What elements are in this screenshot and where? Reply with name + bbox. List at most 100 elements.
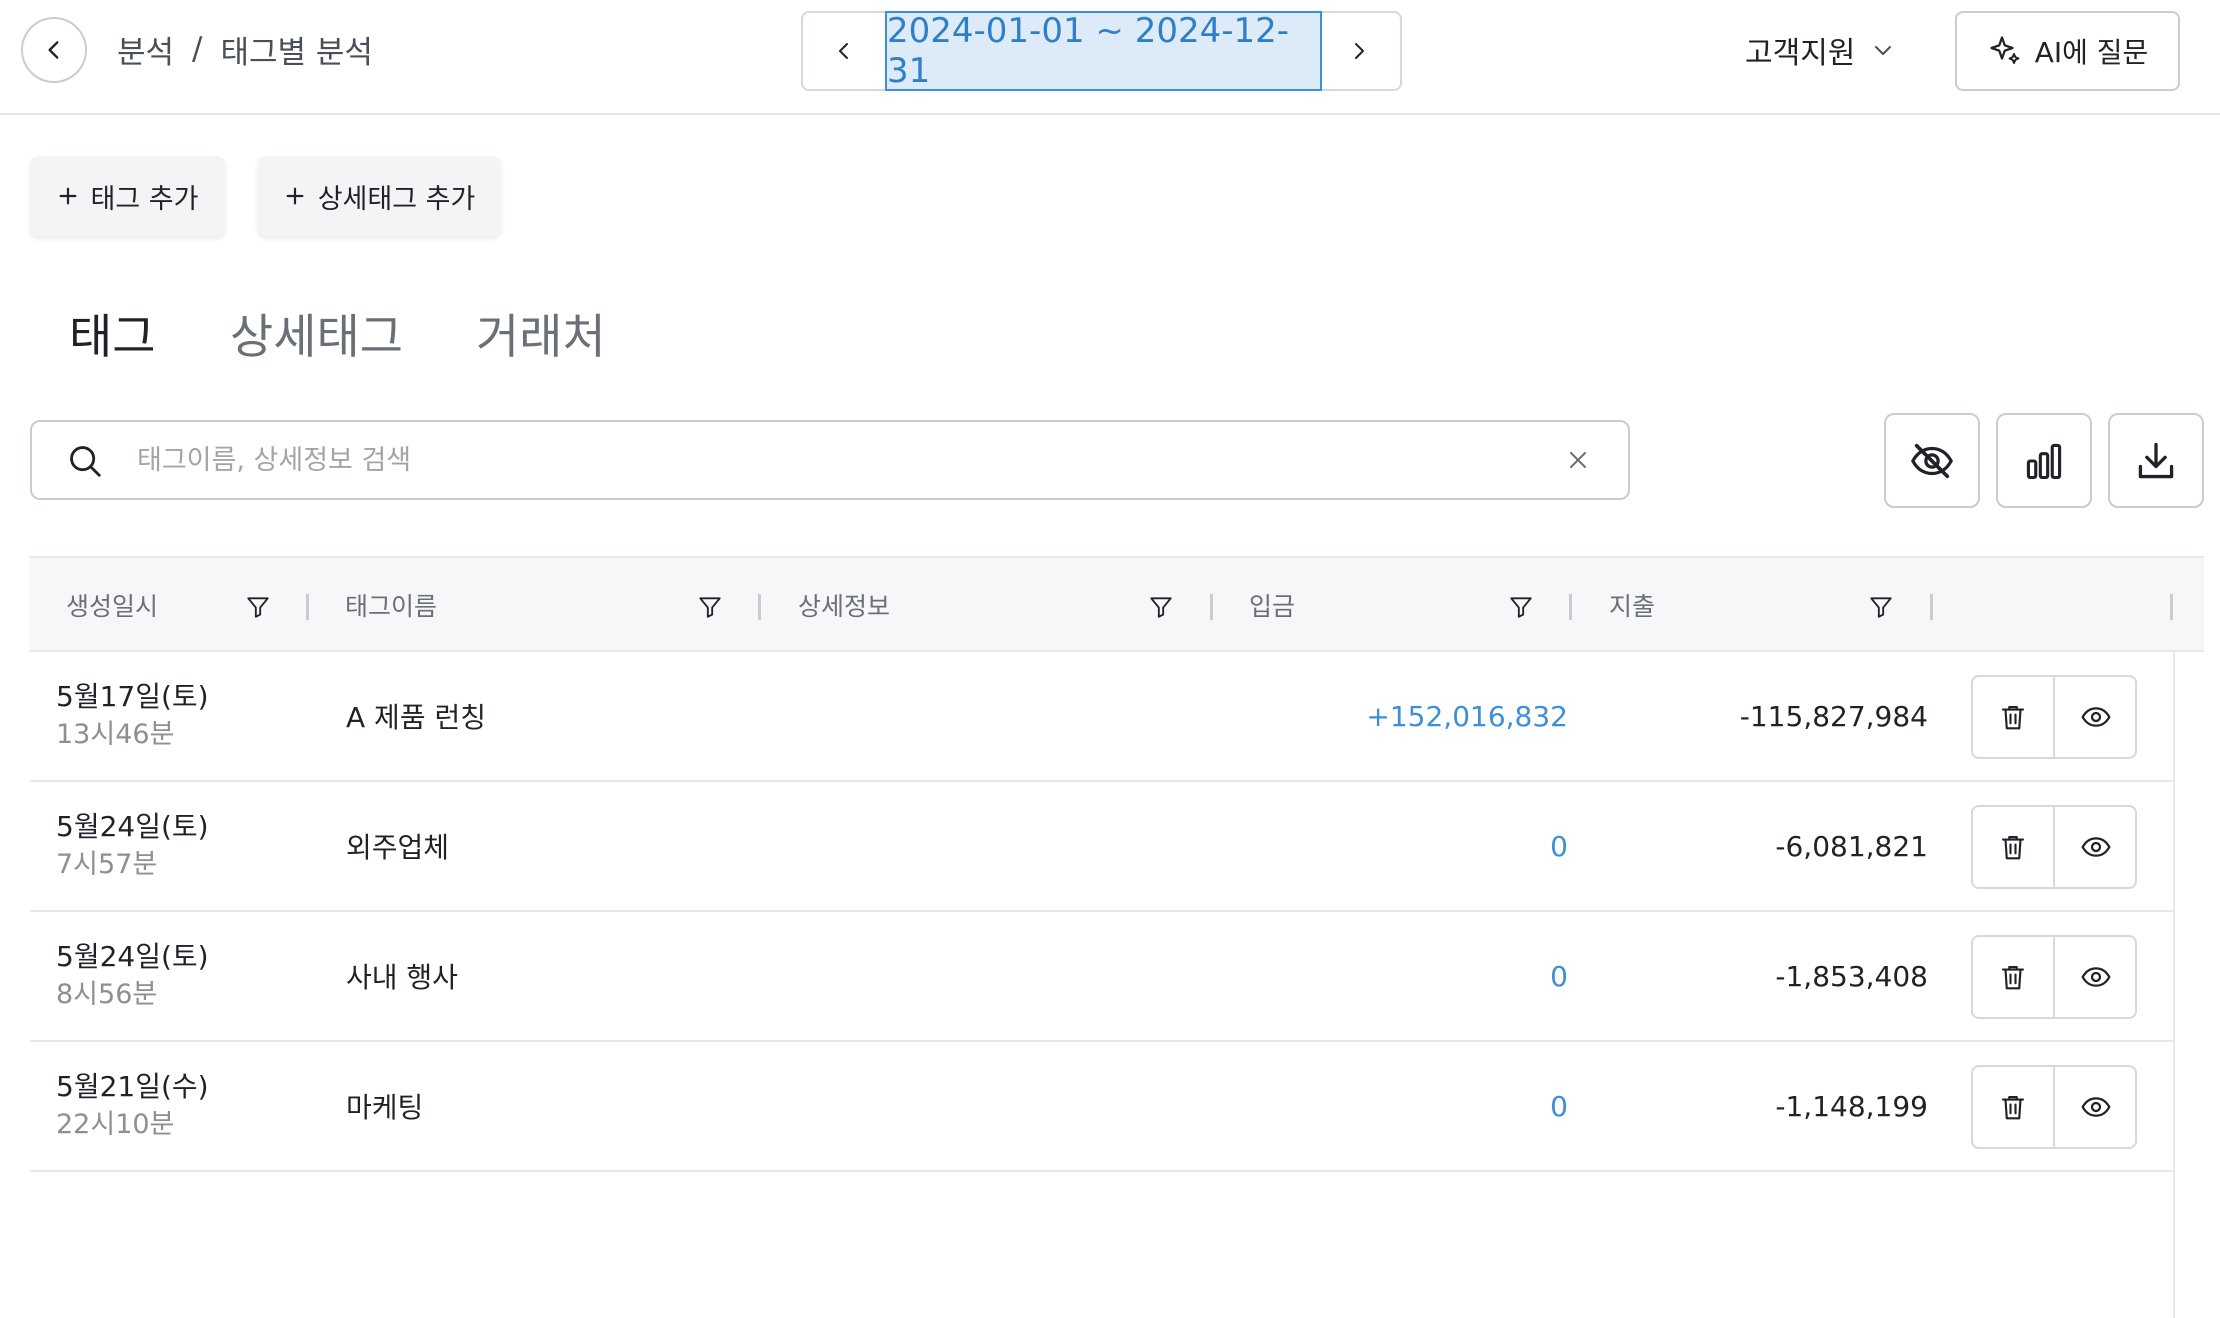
filter-icon[interactable]	[1868, 594, 1894, 620]
breadcrumb-item-analysis[interactable]: 분석	[117, 27, 174, 72]
trash-icon	[1998, 702, 2028, 732]
column-header-detail: 상세정보	[798, 592, 891, 621]
search-icon	[66, 442, 104, 480]
income-amount: 0	[1550, 959, 1568, 993]
column-divider[interactable]	[306, 594, 309, 620]
column-header-tag-name: 태그이름	[345, 592, 438, 621]
column-divider[interactable]	[1210, 594, 1213, 620]
next-period-button[interactable]	[1318, 13, 1400, 89]
trash-icon	[1998, 832, 2028, 862]
created-time: 7시57분	[56, 849, 158, 880]
expense-amount: -1,853,408	[1775, 959, 1928, 993]
date-range-picker[interactable]: 2024-01-01 ~ 2024-12-31	[885, 11, 1322, 91]
filter-icon[interactable]	[697, 594, 723, 620]
search-box	[30, 420, 1630, 500]
column-divider[interactable]	[2170, 594, 2173, 620]
created-date: 5월17일(토)	[56, 680, 209, 713]
created-cell: 5월17일(토) 13시46분	[56, 678, 209, 754]
created-date: 5월21일(수)	[56, 1070, 209, 1103]
income-amount: 0	[1550, 1089, 1568, 1123]
created-cell: 5월24일(토) 8시56분	[56, 938, 209, 1014]
customer-support-dropdown[interactable]: 고객지원	[1745, 28, 1895, 72]
previous-period-button[interactable]	[803, 13, 885, 89]
toggle-visibility-button[interactable]	[2055, 807, 2137, 887]
created-time: 8시56분	[56, 979, 158, 1010]
created-cell: 5월24일(토) 7시57분	[56, 808, 209, 884]
table-header: 생성일시 태그이름 상세정보 입금 지출	[30, 556, 2204, 652]
plus-icon	[57, 185, 79, 207]
sparkle-icon	[1987, 33, 2023, 69]
trash-icon	[1998, 962, 2028, 992]
tag-name: 사내 행사	[346, 961, 458, 994]
filter-icon[interactable]	[1508, 594, 1534, 620]
column-header-created: 생성일시	[66, 592, 159, 621]
created-time: 22시10분	[56, 1109, 175, 1140]
add-detail-tag-button[interactable]: 상세태그 추가	[258, 156, 501, 236]
delete-button[interactable]	[1973, 807, 2055, 887]
column-divider[interactable]	[758, 594, 761, 620]
column-header-income: 입금	[1249, 592, 1296, 621]
tag-name: A 제품 런칭	[346, 701, 486, 734]
clear-search-icon[interactable]	[1566, 448, 1590, 472]
back-button[interactable]	[21, 17, 87, 83]
row-actions	[1971, 675, 2137, 759]
download-icon	[2134, 439, 2178, 483]
tab-tag[interactable]: 태그	[69, 298, 155, 367]
filter-icon[interactable]	[245, 594, 271, 620]
eye-icon	[2080, 831, 2112, 863]
chevron-down-icon	[1871, 38, 1895, 62]
column-divider[interactable]	[1930, 594, 1933, 620]
ask-ai-button[interactable]: AI에 질문	[1955, 11, 2180, 91]
table-row[interactable]: 5월24일(토) 8시56분 사내 행사 0 -1,853,408	[30, 912, 2174, 1042]
delete-button[interactable]	[1973, 937, 2055, 1017]
chart-view-button[interactable]	[1996, 413, 2092, 508]
breadcrumb-item-tag-analysis: 태그별 분석	[220, 34, 373, 71]
date-range-navigator: 2024-01-01 ~ 2024-12-31	[801, 11, 1402, 91]
tab-vendor[interactable]: 거래처	[476, 298, 606, 367]
tab-detail-tag[interactable]: 상세태그	[230, 298, 403, 367]
row-actions	[1971, 935, 2137, 1019]
plus-icon	[284, 185, 306, 207]
tag-name: 마케팅	[346, 1091, 424, 1124]
bar-chart-icon	[2022, 439, 2066, 483]
row-actions	[1971, 805, 2137, 889]
table-row[interactable]: 5월24일(토) 7시57분 외주업체 0 -6,081,821	[30, 782, 2174, 912]
created-cell: 5월21일(수) 22시10분	[56, 1068, 209, 1144]
search-input[interactable]	[135, 424, 1535, 496]
add-tag-label: 태그 추가	[90, 183, 199, 215]
expense-amount: -1,148,199	[1775, 1089, 1928, 1123]
customer-support-label: 고객지원	[1745, 36, 1856, 71]
add-tag-button[interactable]: 태그 추가	[30, 156, 225, 236]
delete-button[interactable]	[1973, 1067, 2055, 1147]
breadcrumb-separator: /	[192, 31, 203, 67]
created-date: 5월24일(토)	[56, 940, 209, 973]
trash-icon	[1998, 1092, 2028, 1122]
chevron-left-icon	[832, 39, 856, 63]
expense-amount: -115,827,984	[1739, 699, 1928, 733]
filter-icon[interactable]	[1148, 594, 1174, 620]
toggle-visibility-button[interactable]	[2055, 677, 2137, 757]
table-row[interactable]: 5월21일(수) 22시10분 마케팅 0 -1,148,199	[30, 1042, 2174, 1172]
income-amount: 0	[1550, 829, 1568, 863]
eye-icon	[2080, 1091, 2112, 1123]
add-detail-tag-label: 상세태그 추가	[317, 183, 476, 215]
top-header: 분석 / 태그별 분석 2024-01-01 ~ 2024-12-31 고객지원	[0, 0, 2220, 115]
ask-ai-label: AI에 질문	[2034, 36, 2149, 69]
eye-icon	[2080, 961, 2112, 993]
toggle-visibility-button[interactable]	[2055, 1067, 2137, 1147]
chevron-right-icon	[1347, 39, 1371, 63]
delete-button[interactable]	[1973, 677, 2055, 757]
tag-name: 외주업체	[346, 831, 450, 864]
table-row[interactable]: 5월17일(토) 13시46분 A 제품 런칭 +152,016,832 -11…	[30, 652, 2174, 782]
column-divider[interactable]	[1569, 594, 1572, 620]
toggle-visibility-button[interactable]	[2055, 937, 2137, 1017]
chevron-left-icon	[41, 37, 67, 63]
download-button[interactable]	[2108, 413, 2204, 508]
toggle-hidden-button[interactable]	[1884, 413, 1980, 508]
table-scrollbar[interactable]	[2173, 652, 2175, 1318]
expense-amount: -6,081,821	[1775, 829, 1928, 863]
created-time: 13시46분	[56, 719, 175, 750]
row-actions	[1971, 1065, 2137, 1149]
income-amount: +152,016,832	[1366, 699, 1568, 733]
created-date: 5월24일(토)	[56, 810, 209, 843]
